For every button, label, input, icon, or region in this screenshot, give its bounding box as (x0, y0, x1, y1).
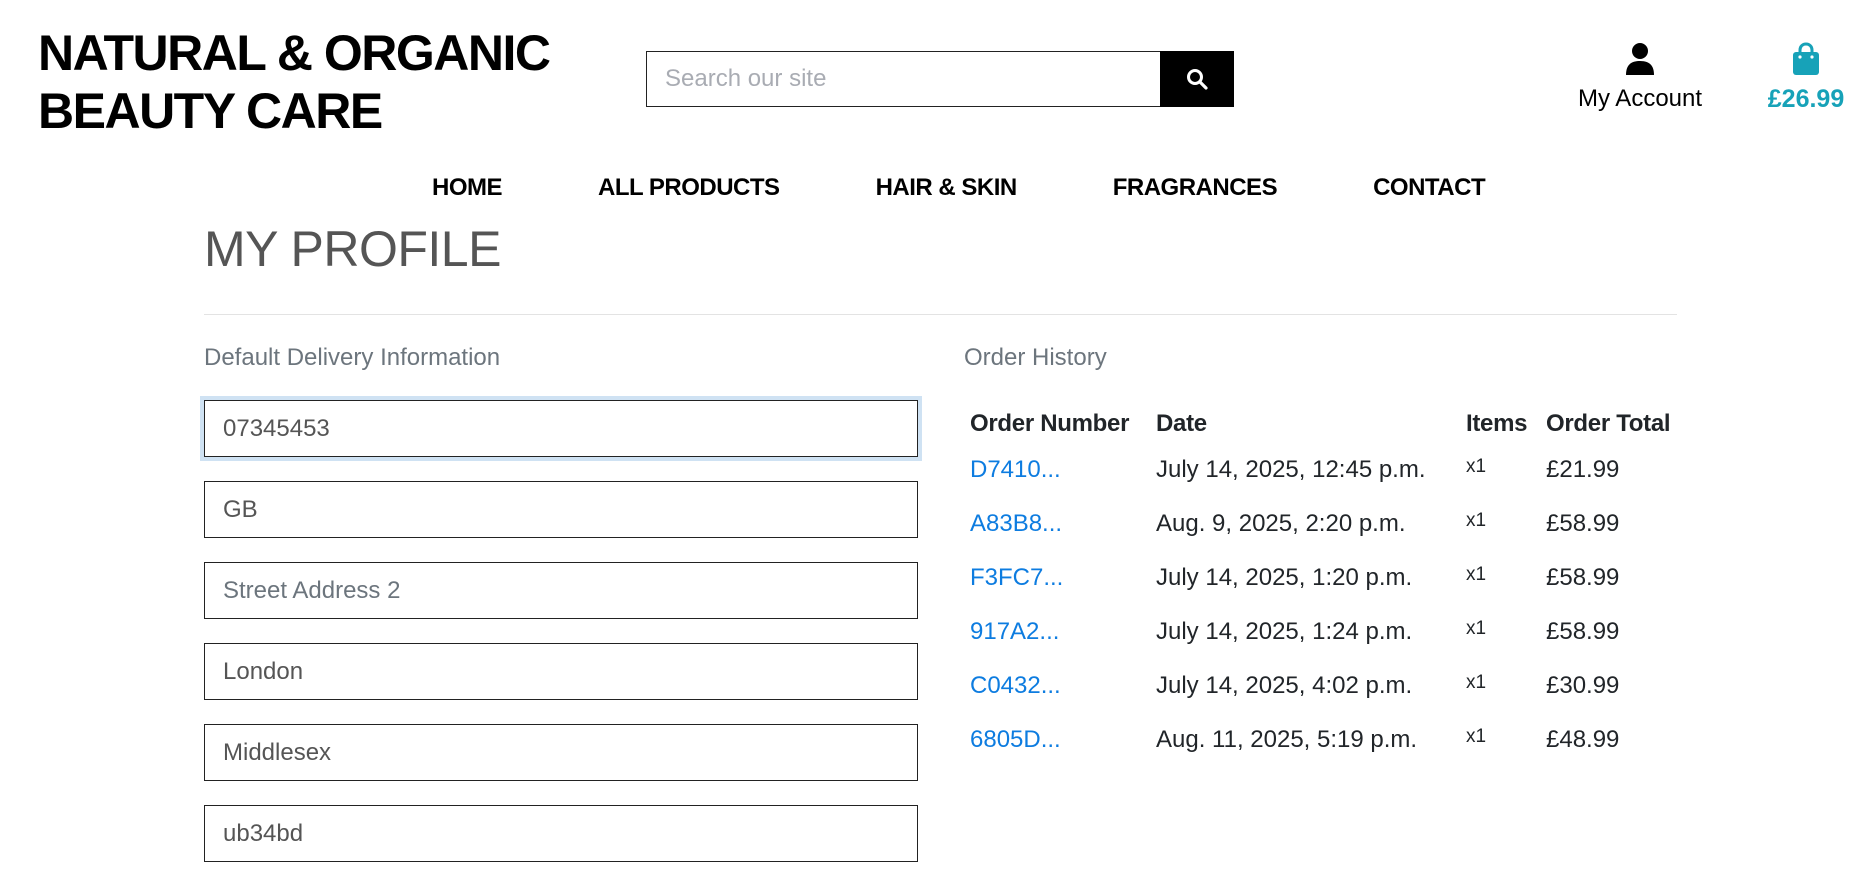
my-account-label: My Account (1577, 85, 1703, 112)
nav-hair-skin[interactable]: HAIR & SKIN (876, 174, 1018, 202)
delivery-heading: Default Delivery Information (204, 344, 501, 371)
order-number-link[interactable]: 6805D... (970, 726, 1061, 753)
table-row: C0432... July 14, 2025, 4:02 p.m. x1 £30… (964, 664, 1682, 718)
logo-line-2: BEAUTY CARE (38, 83, 383, 139)
order-items: x1 (1466, 618, 1487, 639)
order-number-link[interactable]: C0432... (970, 672, 1061, 699)
order-total: £58.99 (1546, 618, 1620, 645)
order-date: July 14, 2025, 1:24 p.m. (1156, 618, 1413, 645)
order-history-table: Order Number Date Items Order Total D741… (964, 402, 1682, 772)
shopping-bag-icon (1793, 42, 1819, 75)
shopping-bag-link[interactable]: £26.99 (1758, 42, 1854, 114)
order-total: £58.99 (1546, 510, 1620, 537)
table-row: F3FC7... July 14, 2025, 1:20 p.m. x1 £58… (964, 556, 1682, 610)
search-icon (1187, 69, 1208, 90)
country-field[interactable] (204, 481, 918, 538)
town-city-field[interactable] (204, 643, 918, 700)
my-account-link[interactable]: My Account (1570, 42, 1710, 113)
order-number-link[interactable]: D7410... (970, 456, 1061, 483)
phone-number-field[interactable] (204, 400, 918, 457)
order-total: £21.99 (1546, 456, 1620, 483)
order-date: July 14, 2025, 12:45 p.m. (1156, 456, 1426, 483)
street-address-2-field[interactable] (204, 562, 918, 619)
order-items: x1 (1466, 672, 1487, 693)
divider (204, 314, 1677, 315)
order-items: x1 (1466, 564, 1487, 585)
order-total: £30.99 (1546, 672, 1620, 699)
nav-contact[interactable]: CONTACT (1373, 174, 1486, 202)
logo-line-1: NATURAL & ORGANIC (38, 25, 551, 81)
nav-all-products[interactable]: ALL PRODUCTS (598, 174, 780, 202)
county-field[interactable] (204, 724, 918, 781)
user-icon (1626, 43, 1654, 75)
order-date: Aug. 11, 2025, 5:19 p.m. (1156, 726, 1418, 753)
order-number-link[interactable]: F3FC7... (970, 564, 1063, 591)
bag-total: £26.99 (1767, 85, 1845, 113)
table-row: 917A2... July 14, 2025, 1:24 p.m. x1 £58… (964, 610, 1682, 664)
order-items: x1 (1466, 456, 1487, 477)
page-title: MY PROFILE (204, 221, 501, 277)
nav-home[interactable]: HOME (432, 174, 503, 202)
column-date: Date (1156, 410, 1207, 437)
order-total: £48.99 (1546, 726, 1620, 753)
postcode-field[interactable] (204, 805, 918, 862)
search-button[interactable] (1160, 51, 1234, 107)
order-date: July 14, 2025, 1:20 p.m. (1156, 564, 1413, 591)
order-history-heading: Order History (964, 344, 1107, 371)
table-header-row: Order Number Date Items Order Total (964, 402, 1682, 448)
order-total: £58.99 (1546, 564, 1620, 591)
order-number-link[interactable]: A83B8... (970, 510, 1062, 537)
column-order-total: Order Total (1546, 410, 1671, 437)
order-items: x1 (1466, 510, 1487, 531)
order-number-link[interactable]: 917A2... (970, 618, 1059, 645)
main-nav: HOME ALL PRODUCTS HAIR & SKIN FRAGRANCES… (432, 174, 1486, 202)
order-date: July 14, 2025, 4:02 p.m. (1156, 672, 1413, 699)
search-form (646, 51, 1234, 107)
column-items: Items (1466, 410, 1528, 437)
table-row: 6805D... Aug. 11, 2025, 5:19 p.m. x1 £48… (964, 718, 1682, 772)
delivery-form (204, 400, 918, 886)
table-row: D7410... July 14, 2025, 12:45 p.m. x1 £2… (964, 448, 1682, 502)
table-row: A83B8... Aug. 9, 2025, 2:20 p.m. x1 £58.… (964, 502, 1682, 556)
site-logo[interactable]: NATURAL & ORGANIC BEAUTY CARE (38, 24, 598, 140)
search-input[interactable] (646, 51, 1160, 107)
order-date: Aug. 9, 2025, 2:20 p.m. (1156, 510, 1406, 537)
nav-fragrances[interactable]: FRAGRANCES (1113, 174, 1278, 202)
column-order-number: Order Number (970, 410, 1130, 437)
order-items: x1 (1466, 726, 1487, 747)
